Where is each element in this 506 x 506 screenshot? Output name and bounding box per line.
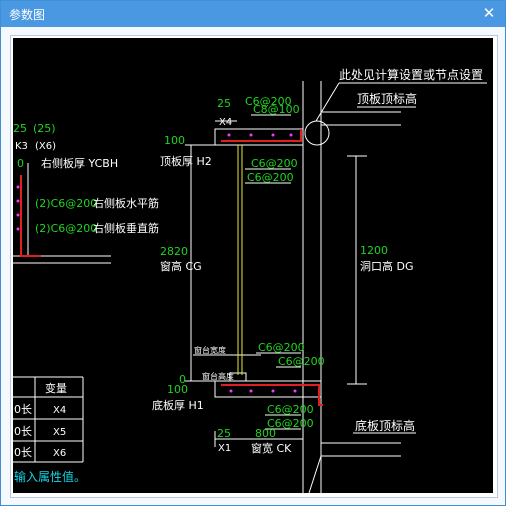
bot-25: 25: [217, 427, 231, 440]
left-25: 25: [13, 122, 27, 135]
roof-slab-section: [214, 128, 304, 146]
sill-height-label: 窗台高度: [202, 371, 234, 381]
rebar-vert-value: (2)C6@200: [35, 222, 97, 235]
floor-rebar: [221, 384, 323, 406]
hint-text: 输入属性值。: [14, 469, 86, 484]
floor-slab-section: [214, 380, 322, 398]
window-width-label: 窗宽 CK: [251, 441, 292, 455]
table-row-2-var: X5: [53, 427, 66, 438]
top-25: 25: [217, 97, 231, 110]
rebar-horiz-value: (2)C6@200: [35, 197, 97, 210]
dim-800: 800: [255, 427, 276, 440]
title-bar: 参数图 ✕: [1, 1, 505, 27]
floor-thickness-label: 底板厚 H1: [152, 398, 204, 412]
window-title: 参数图: [9, 8, 46, 22]
sill-width-label: 窗台宽度: [194, 345, 226, 355]
top-c6-b2: C6@200: [247, 171, 294, 184]
right-wall-thickness-label: 右侧板厚 YCBH: [41, 156, 118, 170]
left-wall-rebar: [20, 175, 41, 257]
roof-thickness-label: 顶板厚 H2: [160, 154, 212, 168]
bot-c6-2: C6@200: [278, 355, 325, 368]
table-row-1-var: X4: [53, 405, 66, 416]
bot-100: 100: [167, 383, 188, 396]
roof-rebar: [221, 129, 302, 142]
top-100: 100: [164, 134, 185, 147]
top-c6: C6@200: [245, 95, 292, 108]
bot-x1: X1: [218, 443, 231, 454]
top-c6-b1: C6@200: [251, 157, 298, 170]
bot-c6-3: C6@200: [267, 403, 314, 416]
rebar-vert-label: 右侧板垂直筋: [93, 221, 159, 235]
window-height-label: 窗高 CG: [160, 259, 202, 273]
table-row-2-name: 0长: [14, 425, 32, 438]
floor-slab-edge: [308, 455, 322, 493]
parameter-drawing: 此处见计算设置或节点设置 顶板顶标高 25 (25) K3 (X6) 0 右侧板…: [13, 67, 487, 493]
note-leader-line: [315, 82, 340, 122]
roof-elev-label: 顶板顶标高: [357, 91, 417, 106]
node-detail-circle: [304, 120, 330, 146]
close-icon[interactable]: ✕: [480, 4, 498, 22]
left-x6: (X6): [35, 141, 56, 152]
note-top-text: 此处见计算设置或节点设置: [339, 67, 483, 82]
parameter-drawing-canvas: 此处见计算设置或节点设置 顶板顶标高 25 (25) K3 (X6) 0 右侧板…: [13, 38, 493, 493]
left-zero: 0: [17, 157, 24, 170]
top-x4: X4: [219, 117, 232, 128]
left-25-paren: (25): [33, 122, 56, 135]
opening-height-label: 洞口高 DG: [360, 259, 414, 273]
table-row-3-var: X6: [53, 448, 66, 459]
table-header-variable: 变量: [45, 381, 67, 395]
table-row-3-name: 0长: [14, 446, 32, 459]
floor-elev-label: 底板顶标高: [355, 418, 415, 433]
dim-1200: 1200: [360, 244, 388, 257]
dim-2820: 2820: [160, 245, 188, 258]
rebar-horiz-label: 右侧板水平筋: [93, 196, 159, 210]
bot-c6-1: C6@200: [258, 341, 305, 354]
table-row-1-name: 0长: [14, 403, 32, 416]
left-k3: K3: [15, 141, 28, 152]
parameter-dialog: 参数图 ✕ 此处见计算设置或节点设置 顶板顶标高 25 (25) K3 (X6)…: [0, 0, 506, 506]
